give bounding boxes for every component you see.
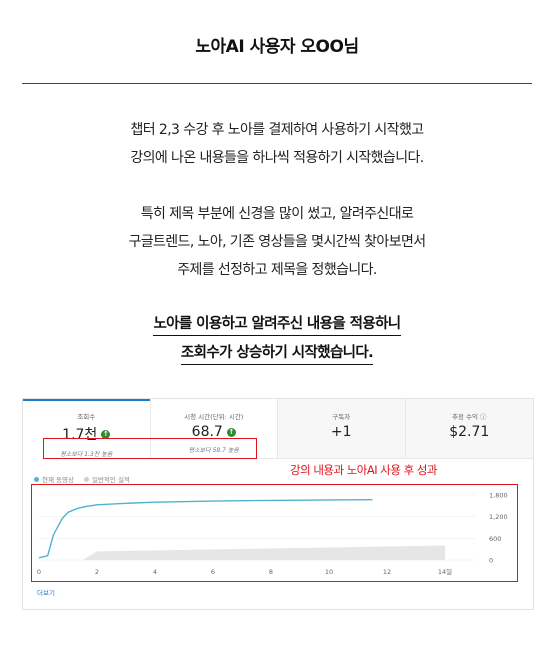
paragraph-line: 강의에 나온 내용들을 하나씩 적용하기 시작했습니다.: [130, 150, 424, 166]
title-divider: [22, 83, 532, 84]
x-tick-label: 0: [37, 568, 41, 576]
x-tick-label: 8: [269, 568, 273, 576]
result-caption: 강의 내용과 노아AI 사용 후 성과: [290, 463, 438, 477]
highlight-line: 조회수가 상승하기 시작했습니다.: [180, 342, 374, 365]
x-tick-label: 10: [325, 568, 333, 576]
legend-dot-icon: [34, 477, 39, 482]
x-tick-label: 6: [211, 568, 215, 576]
x-tick-label: 12: [383, 568, 391, 576]
x-tick-label: 2: [95, 568, 99, 576]
metric-label: 구독자: [332, 413, 351, 421]
page-title: 노아AI 사용자 오OO님: [195, 37, 359, 57]
metric-value: $2.71: [449, 424, 490, 440]
views-line-chart: 0 2 4 6 8 10 12 14일 1,800 1,200 600 0: [37, 492, 508, 577]
info-icon[interactable]: ⓘ: [480, 413, 487, 421]
paragraph-line: 구글트렌드, 노아, 기존 영상들을 몇시간씩 찾아보면서: [128, 234, 426, 250]
paragraph-line: 주제를 선정하고 제목을 정했습니다.: [177, 262, 377, 278]
see-more-link[interactable]: 더보기: [37, 587, 55, 597]
metric-label: 시청 시간(단위: 시간): [184, 413, 244, 421]
paragraph-1: 챕터 2,3 수강 후 노아를 결제하여 사용하기 시작했고 강의에 나온 내용…: [0, 116, 554, 172]
metric-label: 추정 수익: [451, 413, 478, 421]
metric-label: 조회수: [77, 413, 96, 421]
paragraph-2: 특히 제목 부분에 신경을 많이 썼고, 알려주신대로 구글트렌드, 노아, 기…: [0, 200, 554, 284]
x-tick-label: 14일: [438, 567, 452, 576]
metric-tab-revenue[interactable]: 추정 수익 ⓘ $2.71: [405, 399, 533, 459]
legend-dot-icon: [83, 477, 89, 482]
legend-label: 일반적인 실적: [91, 476, 130, 484]
chart-legend: 현재 동영상 일반적인 실적: [34, 474, 130, 484]
paragraph-line: 챕터 2,3 수강 후 노아를 결제하여 사용하기 시작했고: [130, 122, 424, 138]
legend-label: 현재 동영상: [42, 476, 74, 484]
x-tick-label: 4: [153, 568, 157, 576]
highlight-line: 노아를 이용하고 알려주신 내용을 적용하니: [153, 313, 401, 336]
typical-performance-band: [39, 545, 445, 560]
arrow-up-icon: ↑: [226, 427, 236, 437]
metric-value: +1: [330, 424, 352, 440]
y-tick-label: 1,200: [489, 513, 508, 521]
y-tick-label: 0: [489, 557, 493, 565]
metric-tab-subscribers[interactable]: 구독자 +1: [278, 399, 406, 459]
legend-current[interactable]: 현재 동영상: [34, 474, 74, 484]
paragraph-line: 특히 제목 부분에 신경을 많이 썼고, 알려주신대로: [140, 206, 414, 222]
paragraph-highlight: 노아를 이용하고 알려주신 내용을 적용하니 조회수가 상승하기 시작했습니다.: [0, 313, 554, 371]
highlight-box-metrics: [43, 438, 257, 459]
legend-typical[interactable]: 일반적인 실적: [83, 474, 130, 484]
y-tick-label: 600: [489, 535, 501, 543]
y-tick-label: 1,800: [489, 492, 508, 500]
